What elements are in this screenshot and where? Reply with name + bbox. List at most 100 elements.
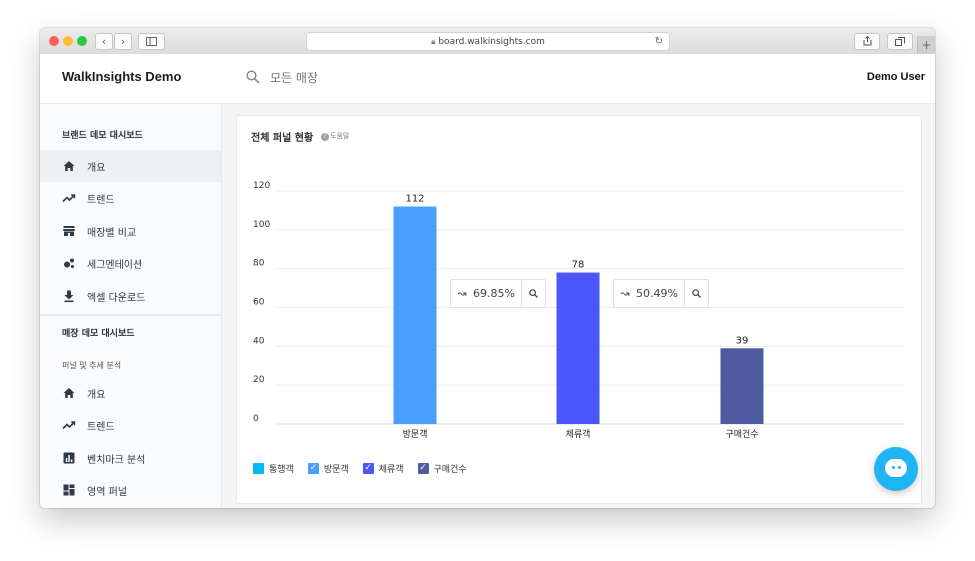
legend-swatch: ✓: [417, 463, 429, 474]
conversion-rate-value: 69.85%: [473, 287, 515, 300]
conversion-rate-box: ↝ 69.85%: [450, 279, 546, 308]
user-menu[interactable]: Demo User: [867, 71, 925, 83]
y-tick-label: 20: [253, 375, 265, 385]
legend-item-stayers[interactable]: ✓ 체류객: [362, 462, 404, 475]
bar: [393, 206, 437, 424]
share-icon: [863, 35, 871, 46]
sidebar-item-label: 개요: [87, 390, 106, 401]
y-tick-label: 80: [253, 259, 265, 269]
magnify-icon: [692, 289, 701, 298]
legend-item-visitors[interactable]: ✓ 방문객: [307, 462, 349, 475]
legend-item-passersby[interactable]: 통행객: [253, 462, 294, 475]
sidebar-item-label: 벤치마크 분석: [87, 455, 146, 466]
sidebar-item-label: 영역 퍼널: [87, 487, 127, 498]
bar-chart-icon: [63, 452, 75, 464]
close-window-button[interactable]: [49, 36, 59, 46]
chat-button[interactable]: [874, 447, 918, 491]
sidebar-toggle-button[interactable]: [138, 33, 165, 50]
sidebar-item-store-trend[interactable]: 트렌드: [40, 409, 221, 441]
new-tab-button[interactable]: +: [917, 36, 935, 54]
sidebar-item-label: 엑셀 다운로드: [87, 293, 146, 304]
conversion-detail-button[interactable]: [520, 280, 545, 307]
chat-icon: [885, 459, 907, 477]
sidebar-item-label: 매장별 비교: [87, 228, 137, 239]
brand-dashboard-section-title: 브랜드 데모 대시보드: [62, 131, 143, 141]
bar: [556, 272, 600, 424]
x-tick-label: 체류객: [566, 429, 591, 440]
legend-swatch: [253, 463, 264, 474]
dashboard-icon: [63, 484, 75, 496]
sidebar-item-label: 개요: [87, 163, 106, 174]
sidebar-item-store-overview[interactable]: 개요: [40, 377, 221, 409]
sidebar-item-store-compare[interactable]: 매장별 비교: [40, 215, 221, 247]
sidebar-item-excel-download[interactable]: 엑셀 다운로드: [40, 280, 221, 312]
url-text: board.walkinsights.com: [438, 37, 545, 47]
legend-swatch: ✓: [307, 463, 319, 474]
back-button[interactable]: ‹: [95, 33, 113, 50]
browser-toolbar: ‹ › 🔒︎ board.walkinsights.com ↻ +: [40, 28, 935, 55]
browser-window: ‹ › 🔒︎ board.walkinsights.com ↻ + WalkIns…: [40, 28, 935, 508]
y-tick-label: 120: [253, 181, 270, 191]
address-bar[interactable]: 🔒︎ board.walkinsights.com ↻: [306, 32, 670, 51]
conversion-detail-button[interactable]: [683, 280, 708, 307]
minimize-window-button[interactable]: [63, 36, 73, 46]
store-icon: [63, 226, 75, 236]
conversion-rate-box: ↝ 50.49%: [613, 279, 709, 308]
y-tick-label: 0: [253, 414, 259, 424]
sidebar-icon: [146, 37, 157, 46]
sidebar-item-benchmark[interactable]: 벤치마크 분석: [40, 442, 221, 474]
trending-icon: ↝: [457, 287, 467, 300]
share-button[interactable]: [854, 33, 880, 50]
sidebar-item-brand-trend[interactable]: 트렌드: [40, 182, 221, 214]
sidebar-item-label: 세그멘테이션: [87, 260, 143, 271]
lock-icon: 🔒︎: [431, 37, 436, 46]
sidebar: 브랜드 데모 대시보드 개요 트렌드 매장별 비교 세그멘테이션 엑셀 다운로드…: [40, 104, 222, 508]
bar-value-label: 112: [405, 194, 424, 205]
reload-icon[interactable]: ↻: [655, 33, 663, 50]
legend-label: 통행객: [269, 465, 294, 475]
legend-label: 구매건수: [433, 465, 467, 475]
store-dashboard-section-title: 매장 데모 대시보드: [62, 329, 135, 339]
chart-legend: 통행객 ✓ 방문객 ✓ 체류객 ✓ 구매건수: [253, 462, 481, 475]
maximize-window-button[interactable]: [77, 36, 87, 46]
sidebar-item-brand-overview[interactable]: 개요: [40, 150, 221, 182]
tabs-icon: [895, 37, 905, 46]
bar: [720, 348, 764, 424]
chat-eye: [892, 466, 895, 469]
legend-label: 방문객: [323, 465, 349, 475]
funnel-bar-chart: 0 20 40 60 80 100 120 112 방문객 78 체류객 39 구매건수: [253, 181, 905, 440]
home-icon: [63, 161, 75, 171]
sidebar-item-zone-funnel[interactable]: 영역 퍼널: [40, 474, 221, 506]
legend-label: 체류객: [378, 465, 404, 475]
bar-value-label: 39: [736, 335, 749, 346]
search-icon: [246, 70, 260, 84]
sidebar-divider: [40, 314, 221, 316]
sidebar-item-segmentation[interactable]: 세그멘테이션: [40, 247, 221, 279]
brand-title[interactable]: WalkInsights Demo: [62, 69, 181, 84]
trending-icon: ↝: [620, 287, 630, 300]
home-icon: [63, 388, 75, 398]
legend-swatch: ✓: [362, 463, 374, 474]
chat-eye: [898, 466, 901, 469]
download-icon: [64, 290, 74, 303]
x-tick-label: 구매건수: [725, 429, 758, 440]
conversion-rate-value: 50.49%: [636, 287, 678, 300]
forward-button[interactable]: ›: [114, 33, 132, 50]
y-tick-label: 100: [253, 220, 270, 230]
sidebar-item-label: 트렌드: [87, 422, 115, 433]
funnel-trend-subsection-title: 퍼널 및 추세 분석: [62, 361, 122, 370]
y-tick-label: 40: [253, 336, 265, 346]
funnel-card: 전체 퍼널 현황 ? 도움말 0 20 40 60 80 100 120 112 방문객 78 체류객…: [236, 115, 922, 504]
magnify-icon: [529, 289, 538, 298]
sidebar-item-label: 트렌드: [87, 195, 115, 206]
trending-up-icon: [62, 421, 76, 430]
segment-icon: [64, 258, 74, 268]
y-tick-label: 60: [253, 298, 265, 308]
app-header: WalkInsights Demo Demo User: [40, 54, 935, 104]
store-search-input[interactable]: [268, 66, 522, 90]
trending-up-icon: [62, 194, 76, 203]
legend-item-purchases[interactable]: ✓ 구매건수: [417, 462, 467, 475]
x-tick-label: 방문객: [403, 429, 428, 440]
tabs-button[interactable]: [887, 33, 913, 50]
bar-value-label: 78: [572, 260, 585, 271]
